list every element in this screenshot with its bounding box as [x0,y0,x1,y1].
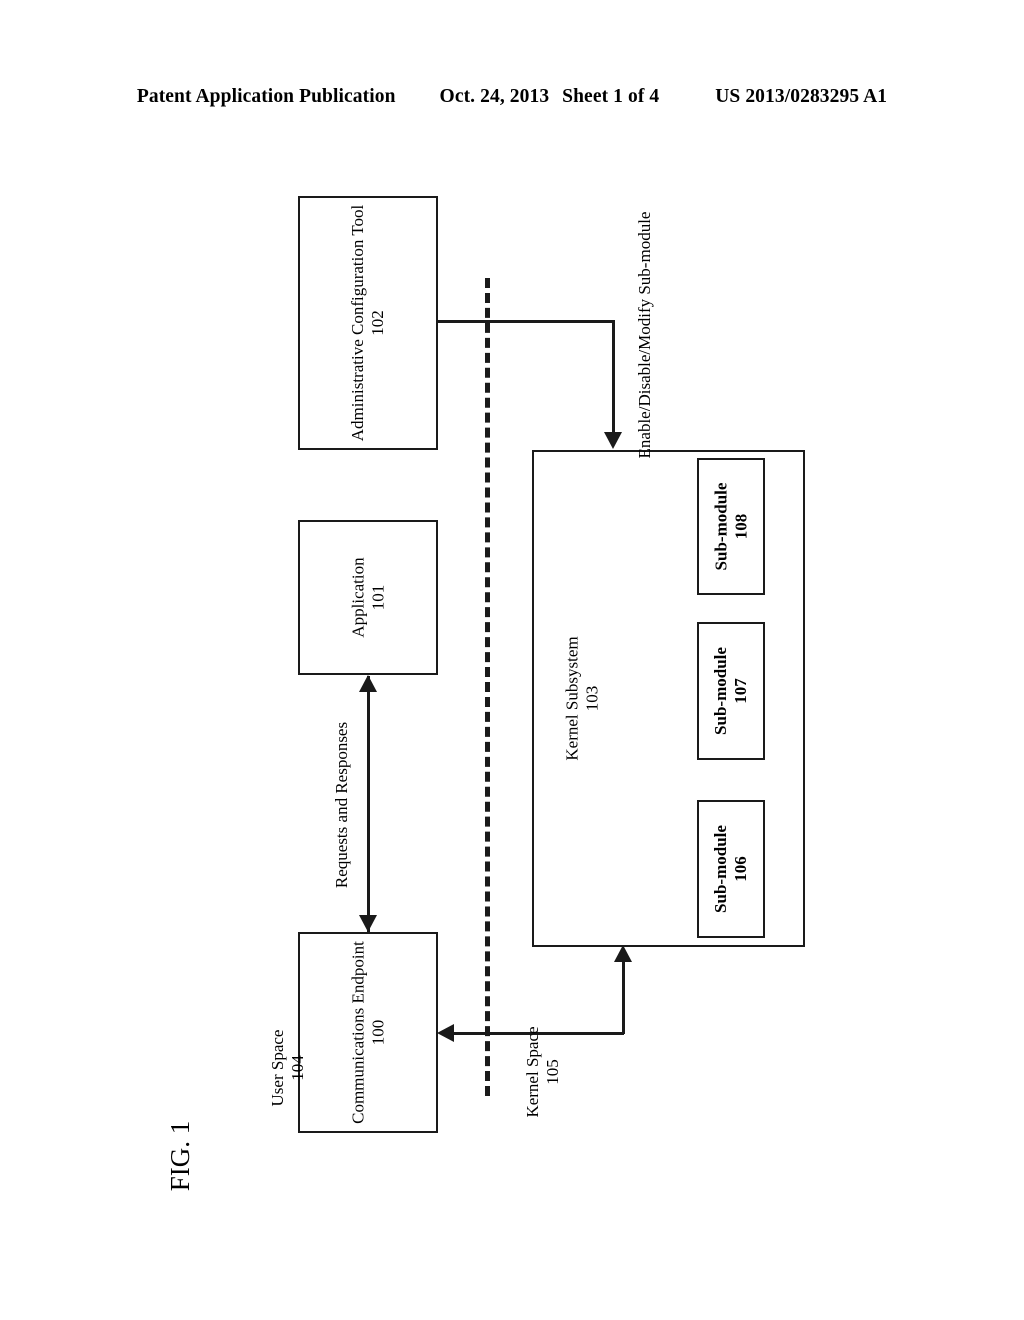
config-connector-arrowhead-icon [604,432,622,449]
sub-module-106-title: Sub-module [711,825,731,913]
kernel-space-label: Kernel Space 105 [505,1012,581,1132]
communications-endpoint-title: Communications Endpoint [348,941,368,1124]
requests-connector-arrowhead-up-icon [359,675,377,692]
kernel-connector-arrowhead-left-icon [437,1024,454,1042]
kernel-space-title: Kernel Space [523,1026,543,1118]
sub-module-107-ref: 107 [731,678,750,704]
sub-module-108-label: Sub-module 108 [663,483,800,571]
admin-configuration-tool-label: Administrative Configuration Tool 102 [241,205,495,441]
header-sheet-text: Sheet 1 of 4 [562,86,660,107]
figure-caption: FIG. 1 [164,1120,195,1192]
kernel-subsystem-ref: 103 [582,685,601,712]
sub-module-107-label: Sub-module 107 [662,647,800,735]
admin-configuration-tool-title: Administrative Configuration Tool [348,204,368,442]
application-label: Application 101 [291,528,446,668]
admin-configuration-tool-ref: 102 [368,310,387,336]
application-ref: 101 [368,584,387,611]
header-document-number-text: US 2013/0283295 A1 [715,86,888,107]
requests-connector-label: Requests and Responses [332,721,352,889]
requests-connector-arrowhead-down-icon [359,915,377,932]
user-space-ref: 104 [288,1055,307,1081]
kernel-space-ref: 105 [543,1059,562,1085]
kernel-subsystem-title: Kernel Subsystem [562,636,582,761]
header-date-text: Oct. 24, 2013 [439,86,550,107]
page-header: Patent Application Publication Oct. 24, … [0,86,1024,116]
kernel-connector-arrowhead-up-icon [614,945,632,962]
user-space-title: User Space [268,1029,288,1107]
sub-module-106-label: Sub-module 106 [662,825,800,913]
kernel-connector-vertical-segment [622,962,625,1034]
sub-module-108-title: Sub-module [711,482,731,571]
application-title: Application [348,557,368,638]
config-connector-label: Enable/Disable/Modify Sub-module [635,211,655,459]
user-space-label: User Space 104 [250,1008,326,1128]
sub-module-108-ref: 108 [731,513,750,540]
patent-figure-page: Patent Application Publication Oct. 24, … [0,0,1024,1320]
sub-module-106-ref: 106 [731,856,750,882]
sub-module-107-title: Sub-module [711,647,731,735]
communications-endpoint-ref: 100 [368,1019,387,1046]
header-publication-text: Patent Application Publication [136,86,396,107]
